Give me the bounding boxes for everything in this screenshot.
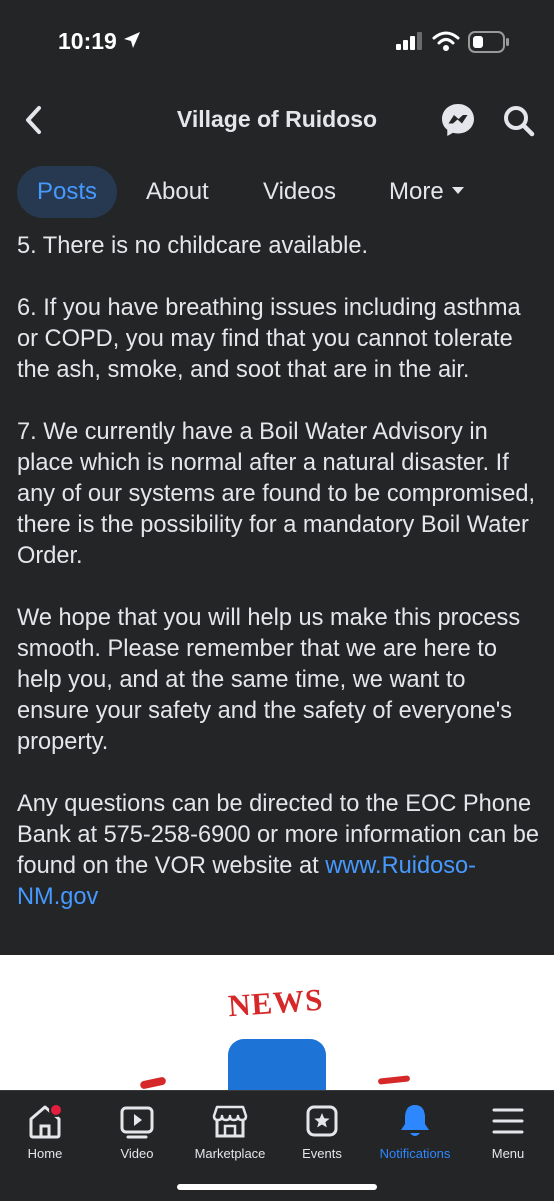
- page-header: Village of Ruidoso: [0, 92, 554, 148]
- news-logo-text: NEWS: [226, 981, 325, 1024]
- post-paragraph: We hope that you will help us make this …: [17, 605, 521, 755]
- post-paragraph: 6. If you have breathing issues includin…: [17, 295, 521, 383]
- caret-down-icon: [451, 187, 464, 195]
- video-icon: [117, 1101, 157, 1141]
- battery-icon: [468, 31, 509, 53]
- notification-badge: [49, 1103, 63, 1117]
- nav-menu[interactable]: Menu: [458, 1101, 554, 1161]
- news-logo-shape: [228, 1039, 326, 1095]
- nav-marketplace[interactable]: Marketplace: [180, 1101, 280, 1161]
- bell-icon: [395, 1101, 435, 1141]
- messenger-icon[interactable]: [440, 102, 476, 138]
- page-tabs: Posts About Videos More: [0, 166, 554, 220]
- nav-home[interactable]: Home: [0, 1101, 95, 1161]
- nav-label: Video: [120, 1146, 154, 1161]
- tab-posts[interactable]: Posts: [17, 166, 117, 218]
- nav-label: Notifications: [379, 1146, 451, 1161]
- news-logo-accent: [377, 1075, 411, 1085]
- post-paragraph: 7. We currently have a Boil Water Adviso…: [17, 419, 536, 569]
- nav-video[interactable]: Video: [87, 1101, 187, 1161]
- events-icon: [302, 1101, 342, 1141]
- menu-icon: [488, 1101, 528, 1141]
- bottom-nav: Home Video Marketplace Events Notificati…: [0, 1090, 554, 1201]
- nav-notifications[interactable]: Notifications: [365, 1101, 465, 1161]
- tab-more-label: More: [389, 178, 444, 205]
- post-paragraph-last: Any questions can be directed to the EOC…: [17, 789, 541, 913]
- news-logo-accent: [139, 1076, 167, 1090]
- nav-label: Menu: [491, 1146, 525, 1161]
- post-paragraph: 5. There is no childcare available.: [17, 233, 369, 259]
- home-indicator[interactable]: [177, 1184, 377, 1190]
- nav-label: Home: [27, 1146, 63, 1161]
- nav-events[interactable]: Events: [272, 1101, 372, 1161]
- post-text: 5. There is no childcare available. 6. I…: [17, 231, 541, 944]
- status-time: 10:19: [58, 28, 117, 54]
- post-image[interactable]: NEWS: [0, 955, 554, 1095]
- tab-more[interactable]: More: [389, 166, 464, 218]
- search-icon[interactable]: [502, 104, 536, 138]
- status-bar: 10:19: [0, 0, 554, 84]
- cellular-signal-icon: [396, 32, 422, 50]
- tab-about[interactable]: About: [146, 166, 209, 218]
- location-arrow-icon: [124, 32, 140, 48]
- home-icon: [25, 1101, 65, 1141]
- nav-label: Marketplace: [194, 1146, 266, 1161]
- tab-videos[interactable]: Videos: [263, 166, 336, 218]
- wifi-icon: [432, 31, 460, 51]
- nav-label: Events: [302, 1146, 342, 1161]
- marketplace-icon: [210, 1101, 250, 1141]
